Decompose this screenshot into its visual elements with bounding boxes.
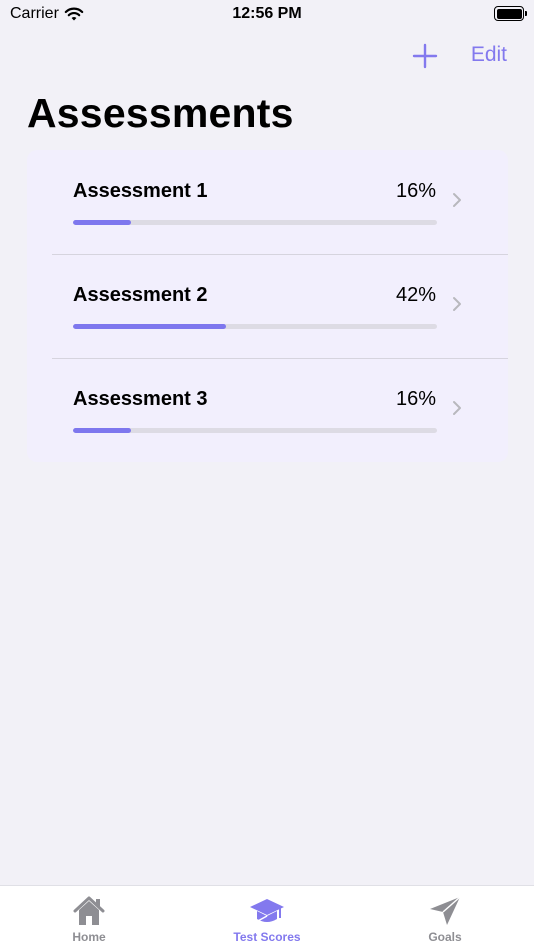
tab-home[interactable]: Home bbox=[0, 886, 178, 950]
assessments-screen: Carrier 12:56 PM Edit Assessments Assess… bbox=[0, 0, 534, 950]
assessment-row-2[interactable]: Assessment 2 42% bbox=[27, 254, 508, 358]
chevron-right-icon bbox=[453, 297, 461, 311]
progress-fill bbox=[73, 324, 226, 329]
progress-fill bbox=[73, 220, 132, 225]
graduation-cap-icon bbox=[250, 899, 284, 923]
progress-bar bbox=[73, 220, 437, 225]
chevron-right-icon bbox=[453, 401, 461, 415]
assessment-percent: 16% bbox=[395, 388, 436, 410]
add-button[interactable] bbox=[411, 42, 439, 70]
tab-goals[interactable]: Goals bbox=[356, 886, 534, 950]
house-icon bbox=[73, 896, 105, 925]
progress-bar bbox=[73, 428, 437, 433]
assessment-title: Assessment 1 bbox=[73, 180, 208, 202]
progress-bar bbox=[73, 324, 437, 329]
tab-label: Goals bbox=[428, 930, 462, 944]
edit-button[interactable]: Edit bbox=[471, 43, 507, 67]
tab-bar: Home Test Scores Goals bbox=[0, 885, 534, 950]
assessment-title: Assessment 3 bbox=[73, 388, 208, 410]
battery-icon bbox=[494, 6, 527, 21]
paper-plane-icon bbox=[430, 896, 461, 925]
assessment-row-3[interactable]: Assessment 3 16% bbox=[27, 358, 508, 462]
chevron-right-icon bbox=[453, 193, 461, 207]
clock: 12:56 PM bbox=[232, 5, 302, 22]
progress-fill bbox=[73, 428, 132, 433]
assessment-percent: 16% bbox=[395, 180, 436, 202]
tab-label: Test Scores bbox=[233, 930, 301, 944]
tab-label: Home bbox=[72, 930, 106, 944]
page-title: Assessments bbox=[27, 90, 294, 136]
tab-test-scores[interactable]: Test Scores bbox=[178, 886, 356, 950]
assessment-title: Assessment 2 bbox=[73, 284, 208, 306]
assessment-list: Assessment 1 16% Assessment 2 42% Assess… bbox=[27, 150, 508, 462]
status-bar: Carrier 12:56 PM bbox=[0, 0, 534, 30]
assessment-percent: 42% bbox=[395, 284, 436, 306]
assessment-row-1[interactable]: Assessment 1 16% bbox=[27, 150, 508, 254]
